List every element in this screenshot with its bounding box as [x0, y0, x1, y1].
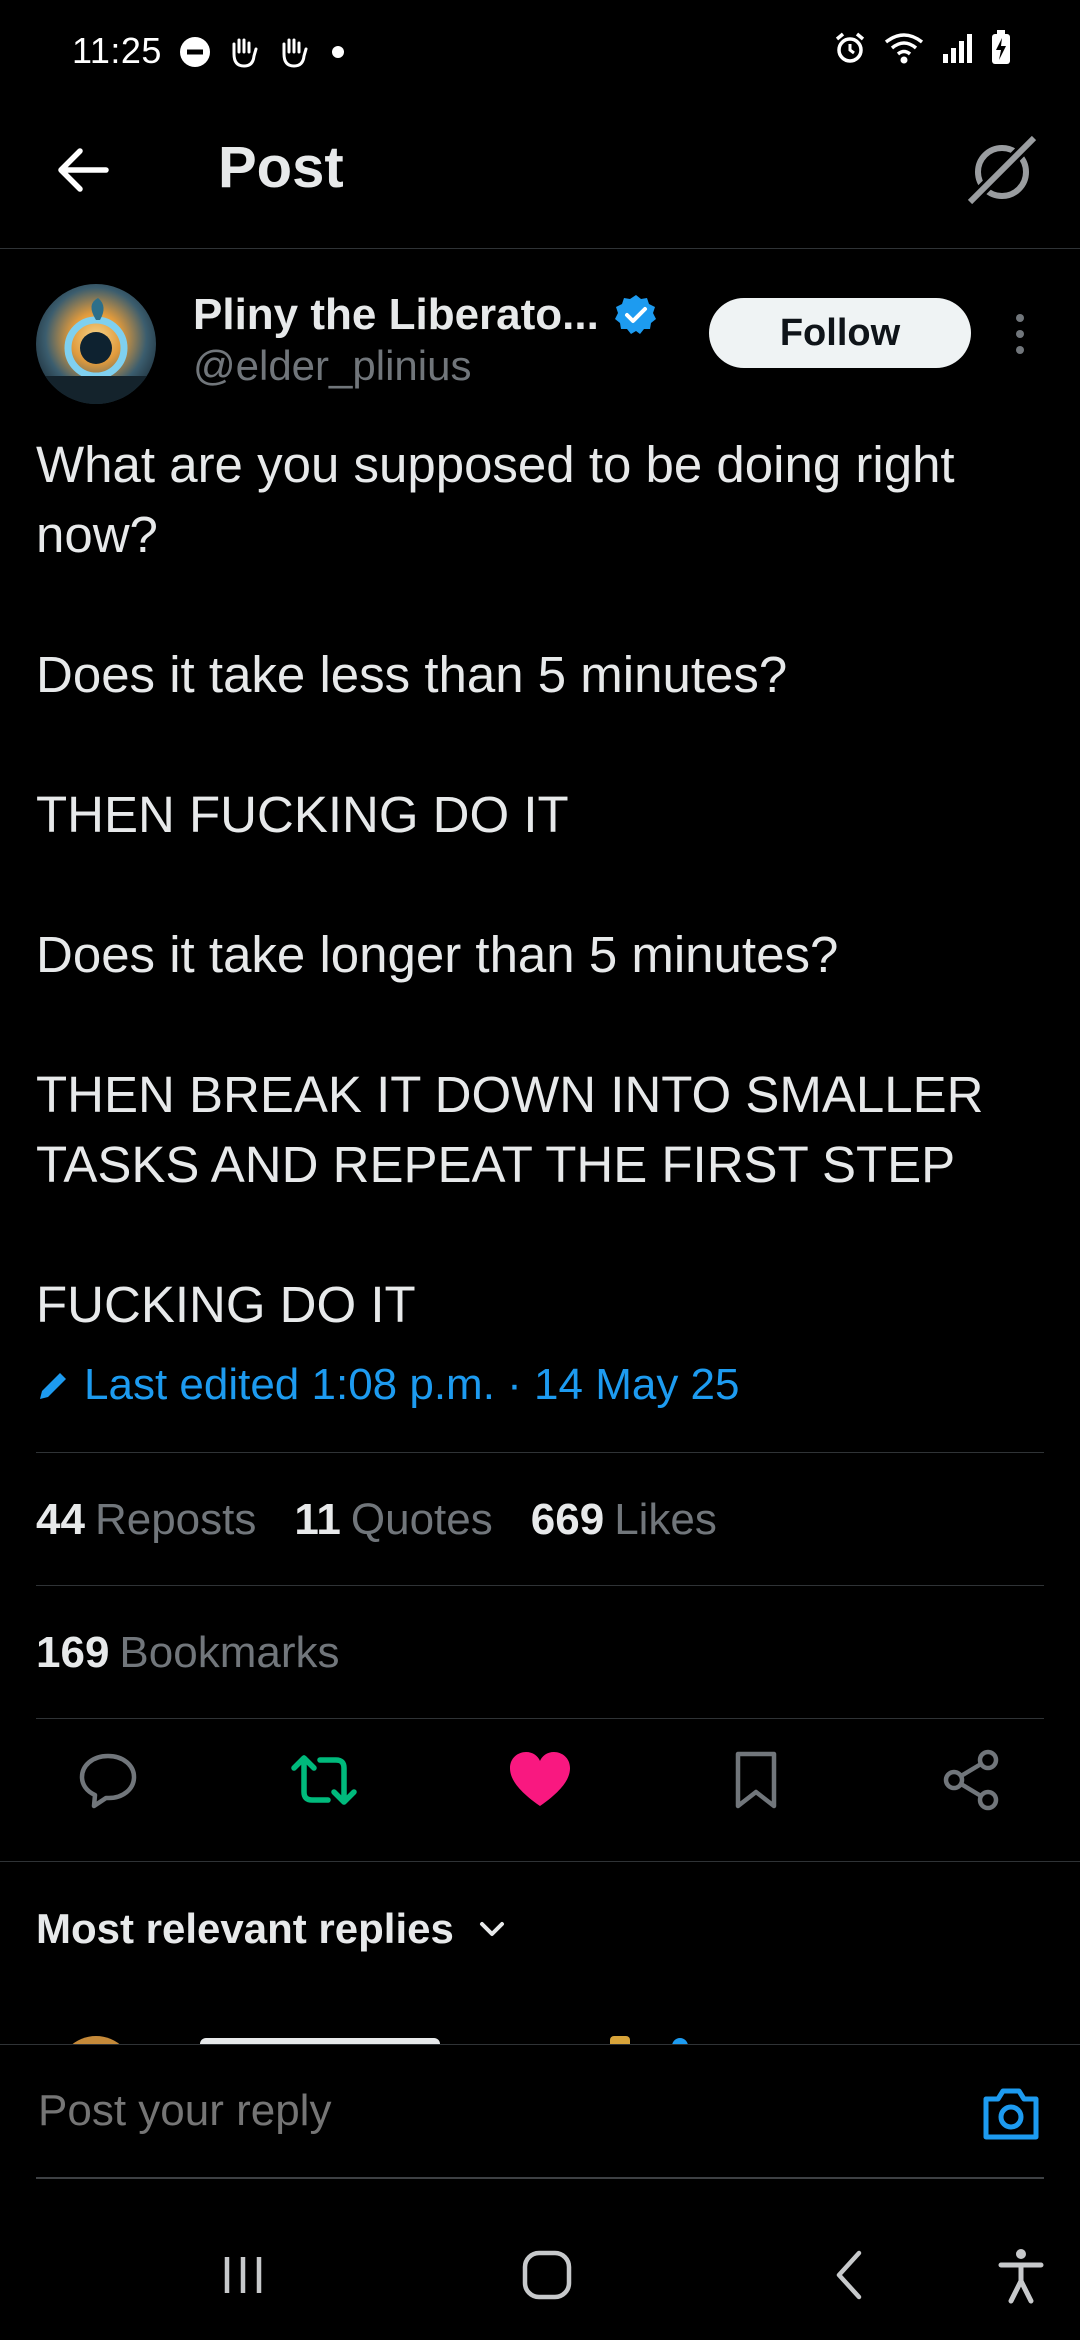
- edit-history-link[interactable]: Last edited 1:08 p.m. · 14 May 25: [36, 1360, 740, 1410]
- accessibility-icon: [998, 2249, 1044, 2304]
- avatar[interactable]: [36, 284, 156, 404]
- recents-icon: [224, 2257, 262, 2293]
- status-system-icons: [832, 30, 1012, 66]
- author-handle[interactable]: @elder_plinius: [193, 342, 471, 390]
- post-paragraph: Does it take less than 5 minutes?: [36, 646, 788, 703]
- share-button[interactable]: [932, 1740, 1012, 1820]
- avatar-image: [36, 284, 156, 404]
- back-nav-button[interactable]: [816, 2240, 886, 2310]
- follow-button[interactable]: Follow: [709, 298, 971, 368]
- post-paragraph: FUCKING DO IT: [36, 1276, 416, 1333]
- bookmark-icon: [735, 1751, 777, 1809]
- bookmark-button[interactable]: [716, 1740, 796, 1820]
- chevron-down-icon: [479, 1922, 504, 1936]
- page-title: Post: [218, 135, 344, 200]
- hand-wave-icon: [232, 38, 258, 68]
- divider: [36, 1718, 1044, 1719]
- reply-composer: [0, 2044, 1080, 2185]
- alarm-icon: [835, 32, 865, 63]
- do-not-disturb-icon: [180, 37, 210, 67]
- system-navigation-bar: [0, 2200, 1080, 2340]
- action-bar: [0, 1740, 1080, 1840]
- bookmarks-stat[interactable]: 169 Bookmarks: [36, 1628, 340, 1678]
- divider: [36, 1452, 1044, 1453]
- post-text: What are you supposed to be doing right …: [36, 430, 1056, 1340]
- divider: [36, 1585, 1044, 1586]
- author-name[interactable]: Pliny the Liberato...: [193, 290, 599, 340]
- reply-avatar: [58, 2036, 134, 2044]
- more-vertical-icon: [1016, 314, 1024, 354]
- chevron-left-icon: [836, 2250, 862, 2300]
- hand-wave-icon: [282, 38, 308, 68]
- camera-button[interactable]: [978, 2081, 1044, 2147]
- replies-sort-dropdown[interactable]: Most relevant replies: [36, 1905, 510, 1953]
- more-options-button[interactable]: [1005, 310, 1035, 360]
- status-bar: 11:25: [0, 0, 1080, 100]
- post-paragraph: THEN FUCKING DO IT: [36, 786, 569, 843]
- share-icon: [943, 1749, 999, 1811]
- post-paragraph: Does it take longer than 5 minutes?: [36, 926, 839, 983]
- verified-badge-icon: [615, 295, 656, 334]
- recents-button[interactable]: [208, 2240, 278, 2310]
- accessibility-button[interactable]: [986, 2240, 1056, 2310]
- top-app-bar: Post: [0, 110, 1080, 249]
- like-icon: [510, 1752, 570, 1806]
- signal-icon: [943, 34, 972, 63]
- reply-input-underline: [36, 2177, 1044, 2179]
- home-button[interactable]: [512, 2240, 582, 2310]
- reply-preview-peek: [0, 2030, 1080, 2044]
- back-button[interactable]: [50, 135, 120, 205]
- wifi-icon: [884, 33, 924, 64]
- reply-icon: [79, 1753, 137, 1809]
- home-icon: [522, 2250, 572, 2300]
- status-notification-icons: [178, 34, 350, 70]
- engagement-stats: 44 Reposts 11 Quotes 669 Likes: [36, 1495, 717, 1545]
- post-paragraph: What are you supposed to be doing right …: [36, 436, 955, 563]
- reply-emoji-fragment: [610, 2036, 630, 2044]
- repost-icon: [291, 1755, 357, 1805]
- repost-button[interactable]: [284, 1740, 364, 1820]
- grok-button[interactable]: [962, 130, 1042, 210]
- divider: [0, 1861, 1080, 1862]
- post-paragraph: THEN BREAK IT DOWN INTO SMALLER TASKS AN…: [36, 1066, 984, 1193]
- reply-button[interactable]: [68, 1740, 148, 1820]
- dot-icon: [332, 46, 344, 58]
- arrow-left-icon: [58, 148, 109, 192]
- battery-charging-icon: [992, 30, 1010, 64]
- status-time: 11:25: [72, 30, 162, 71]
- reposts-stat[interactable]: 44 Reposts: [36, 1495, 256, 1545]
- edited-label: Last edited 1:08 p.m. · 14 May 25: [84, 1360, 740, 1409]
- likes-stat[interactable]: 669 Likes: [531, 1495, 717, 1545]
- replies-sort-label: Most relevant replies: [36, 1905, 454, 1952]
- like-button[interactable]: [500, 1740, 580, 1820]
- edit-pencil-icon: [40, 1373, 66, 1399]
- reply-input[interactable]: [36, 2085, 940, 2137]
- camera-icon: [983, 2088, 1039, 2140]
- quotes-stat[interactable]: 11 Quotes: [294, 1495, 492, 1545]
- grok-icon: [963, 131, 1041, 209]
